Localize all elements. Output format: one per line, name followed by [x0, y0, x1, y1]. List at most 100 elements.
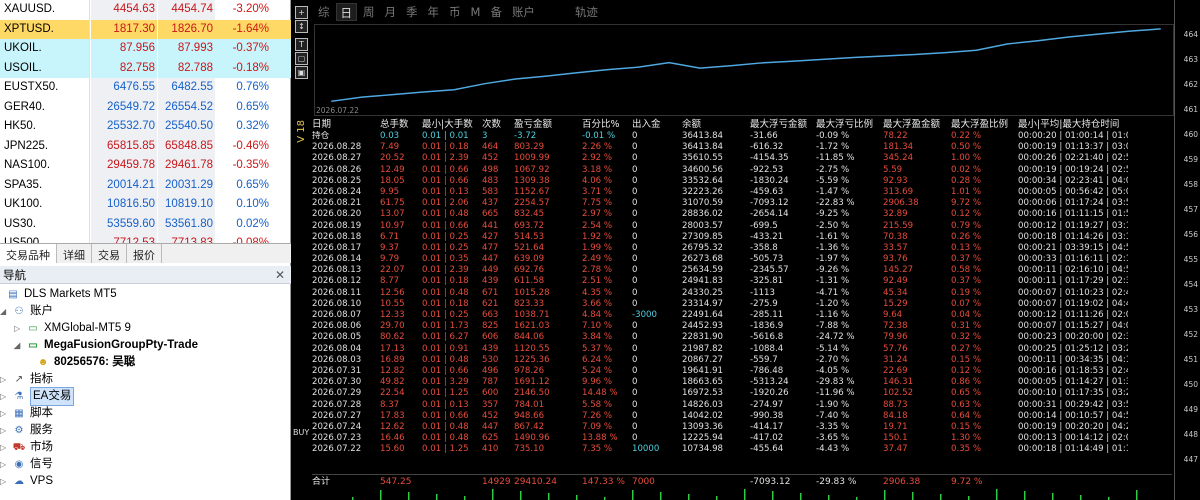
daily-row: 2026.08.18 6.71 0.01 | 0.25 427 514.53 1.92 %…	[312, 232, 1172, 243]
buy-label[interactable]: BUY	[293, 428, 309, 437]
chart-toolbar-button[interactable]: M	[467, 3, 485, 21]
expand-icon[interactable]: ▷	[0, 371, 10, 388]
column-header[interactable]: 最小|大手数	[422, 118, 482, 131]
column-header[interactable]: 最大浮盈金额	[883, 118, 951, 131]
nav-item-indicators[interactable]: ▷ ↗ 指标	[0, 371, 53, 388]
nav-item-server-mega[interactable]: ◢ ▭ MegaFusionGroupPty-Trade	[14, 337, 198, 354]
market-watch-row[interactable]: UK100. 10816.50 10819.10 0.10%	[0, 195, 291, 215]
chart-area[interactable]: + ↕ T ▢ ▣ V 18 BUY 综日周月季年币 M 备账户 轨迹 2026.07…	[292, 0, 1200, 500]
market-watch-row[interactable]: GER40. 26549.72 26554.52 0.65%	[0, 97, 291, 117]
stats-cell: 32223.26	[682, 186, 724, 197]
market-watch-row[interactable]: HK50. 25532.70 25540.50 0.32%	[0, 117, 291, 137]
column-header[interactable]: 盈亏金额	[514, 118, 582, 131]
chart-toolbar-button[interactable]: 备	[486, 3, 506, 21]
stats-cell: 452	[482, 410, 499, 421]
nav-item-services[interactable]: ▷ ⚙ 服务	[0, 422, 53, 439]
stats-cell: 9.64	[883, 310, 903, 320]
nav-item-market[interactable]: ▷ ⛟ 市场	[0, 439, 53, 456]
column-header[interactable]: 最大浮亏比例	[816, 118, 883, 131]
nav-item-accounts[interactable]: ◢ ⚇ 账户	[0, 303, 53, 320]
nav-item-account[interactable]: ☻ 80256576: 吴聪	[36, 354, 135, 371]
stats-cell: 9.95	[380, 186, 400, 197]
chart-toolbar-button[interactable]: 月	[381, 3, 401, 21]
column-header[interactable]: 出入金	[632, 118, 682, 131]
stats-cell: -4.43 %	[816, 444, 850, 455]
nav-item-vps[interactable]: ▷ ☁ VPS	[0, 473, 53, 490]
expand-icon[interactable]: ▷	[0, 388, 10, 405]
stats-cell: 00:00:21 | 03:39:15 | 04:54:31	[1018, 242, 1128, 253]
indicator-icon[interactable]: ↕	[295, 20, 308, 33]
stats-cell: 0	[632, 231, 638, 242]
nav-item-scripts[interactable]: ▷ ▦ 脚本	[0, 405, 53, 422]
column-header[interactable]: 最小|平均|最大持仓时间	[1018, 118, 1128, 131]
stats-cell: 449	[482, 265, 499, 276]
stats-cell: 357	[482, 399, 499, 410]
close-icon[interactable]: ✕	[275, 268, 285, 282]
market-watch-row[interactable]: EUSTX50. 6476.55 6482.55 0.76%	[0, 78, 291, 98]
crosshair-icon[interactable]: +	[295, 6, 308, 19]
stats-cell: 00:00:16 | 01:18:53 | 02:45:56	[1018, 365, 1128, 376]
nav-item-broker[interactable]: ▤ DLS Markets MT5	[6, 286, 116, 303]
chart-toolbar-button[interactable]: 币	[445, 3, 465, 21]
daily-row: 2026.08.26 12.49 0.01 | 0.66 498 1067.92 3.18…	[312, 165, 1172, 176]
stats-cell: 0	[632, 354, 638, 365]
screenshot-icon[interactable]: ▣	[295, 66, 308, 79]
left-panel: XAUUSD. 4454.63 4454.74 -3.20% XPTUSD. 1817.3…	[0, 0, 291, 500]
column-header[interactable]: 最大浮亏金额	[750, 118, 816, 131]
expand-icon[interactable]: ▷	[0, 405, 10, 422]
market-watch-row[interactable]: JPN225. 65815.85 65848.85 -0.46%	[0, 136, 291, 156]
expand-icon[interactable]: ▷	[0, 456, 10, 473]
stats-cell: 12.56	[380, 287, 405, 298]
stats-cell: 2026.08.21	[312, 198, 362, 209]
column-header[interactable]: 总手数	[380, 118, 422, 131]
market-watch-row[interactable]: NAS100. 29459.78 29461.78 -0.35%	[0, 156, 291, 176]
chart-toolbar-button[interactable]: 综	[314, 3, 334, 21]
column-header[interactable]: 日期	[312, 118, 380, 131]
column-header[interactable]: 次数	[482, 118, 514, 131]
stats-cell: 0.01 | 0.25	[422, 231, 469, 242]
stats-cell: 0	[632, 265, 638, 276]
market-watch-row[interactable]: US30. 53559.60 53561.80 0.02%	[0, 214, 291, 234]
nav-item-signals[interactable]: ▷ ◉ 信号	[0, 456, 53, 473]
market-watch-row[interactable]: XAUUSD. 4454.63 4454.74 -3.20%	[0, 0, 291, 20]
price-tick: 463	[1183, 55, 1198, 64]
stats-cell: 00:00:11 | 00:34:35 | 04:19:29	[1018, 354, 1128, 365]
nav-item-experts[interactable]: ▷ ⚗ EA交易	[0, 387, 75, 406]
tab-ticks[interactable]: 报价	[127, 244, 162, 263]
tab-trading[interactable]: 交易	[92, 244, 127, 263]
nav-item-server-xm[interactable]: ▷ ▭ XMGlobal-MT5 9	[14, 320, 131, 337]
expand-icon[interactable]: ▷	[0, 422, 10, 439]
market-watch: XAUUSD. 4454.63 4454.74 -3.20% XPTUSD. 1817.3…	[0, 0, 291, 243]
collapse-icon[interactable]: ◢	[14, 337, 24, 354]
stats-cell: 625	[482, 433, 499, 444]
expand-icon[interactable]: ▷	[0, 439, 10, 456]
expand-icon[interactable]: ▷	[14, 320, 24, 337]
expand-icon[interactable]: ▷	[0, 473, 10, 490]
text-icon[interactable]: T	[295, 38, 308, 51]
tab-details[interactable]: 详细	[57, 244, 92, 263]
market-watch-row[interactable]: SPA35. 20014.21 20031.29 0.65%	[0, 175, 291, 195]
market-watch-row[interactable]: XPTUSD. 1817.30 1826.70 -1.64%	[0, 19, 291, 39]
market-watch-row[interactable]: USOIL. 82.758 82.788 -0.18%	[0, 58, 291, 78]
chart-toolbar-button[interactable]: 年	[424, 3, 444, 21]
ask-price: 26554.52	[157, 97, 215, 117]
column-header[interactable]: 百分比%	[582, 118, 632, 131]
market-watch-row[interactable]: UKOIL. 87.956 87.993 -0.37%	[0, 39, 291, 59]
chart-toolbar-button[interactable]: 账户	[508, 3, 539, 21]
chart-toolbar-button[interactable]: 周	[359, 3, 379, 21]
collapse-icon[interactable]: ◢	[0, 303, 10, 320]
column-header[interactable]: 余额	[682, 118, 750, 131]
market-watch-row[interactable]: US500. 7712.53 7713.83 -0.08%	[0, 234, 291, 243]
chart-toolbar-button[interactable]: 季	[402, 3, 422, 21]
stats-cell: 0.01 | 2.39	[422, 153, 469, 164]
total-cell: 14929	[482, 477, 511, 487]
tab-symbols[interactable]: 交易品种	[0, 244, 57, 263]
bid-price: 7712.53	[90, 234, 157, 243]
stats-cell: -325.81	[750, 276, 784, 287]
shape-icon[interactable]: ▢	[295, 52, 308, 65]
chart-toolbar-button[interactable]: 轨迹	[571, 3, 602, 21]
stats-cell: -1.97 %	[816, 254, 850, 265]
column-header[interactable]: 最大浮盈比例	[951, 118, 1018, 131]
chart-toolbar-button[interactable]: 日	[335, 3, 357, 21]
stats-cell: 215.59	[883, 220, 914, 231]
